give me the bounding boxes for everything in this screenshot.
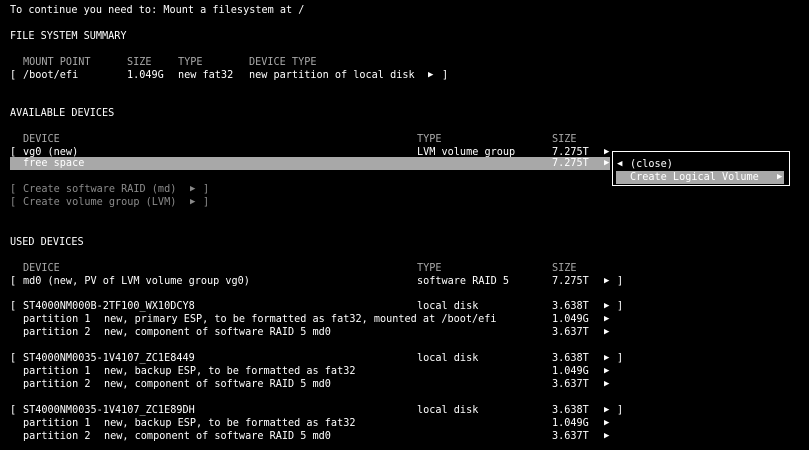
col-type: TYPE <box>417 263 442 274</box>
bracket-close: ] <box>617 353 624 364</box>
free-space-device: free space <box>23 158 85 169</box>
arrow-right-icon: ▶ <box>604 276 610 286</box>
bracket-close: ] <box>617 405 624 416</box>
menu-item-create-logical-volume[interactable]: Create Logical Volume <box>630 171 759 184</box>
free-space-row[interactable] <box>10 157 610 170</box>
arrow-right-icon: ▶ <box>604 379 610 389</box>
create-vg-label: Create volume group (LVM) <box>23 197 177 208</box>
free-space-size: 7.275T <box>552 158 589 169</box>
partition-size: 1.049G <box>552 366 589 377</box>
partition-size: 3.637T <box>552 379 589 390</box>
col-device: DEVICE <box>23 263 60 274</box>
col-size: SIZE <box>552 263 577 274</box>
col-type: TYPE <box>417 134 442 145</box>
mount-size: 1.049G <box>127 70 164 81</box>
disk-size: 3.638T <box>552 353 589 364</box>
partition-label: partition 1 <box>23 366 91 377</box>
partition-desc: new, backup ESP, to be formatted as fat3… <box>104 418 356 429</box>
bracket-open: [ <box>10 353 17 364</box>
bracket-close: ] <box>203 184 210 195</box>
partition-desc: new, component of software RAID 5 md0 <box>104 379 331 390</box>
arrow-right-icon: ▶ <box>777 172 783 182</box>
arrow-right-icon: ▶ <box>604 418 610 428</box>
mount-point: /boot/efi <box>23 70 79 81</box>
disk-name: ST4000NM0035-1V4107_ZC1E8449 <box>23 353 195 364</box>
arrow-right-icon: ▶ <box>604 431 610 441</box>
col-device-type: DEVICE TYPE <box>249 57 317 68</box>
arrow-right-icon: ▶ <box>604 158 610 168</box>
disk-type: local disk <box>417 353 479 364</box>
bracket-open: [ <box>10 184 17 195</box>
arrow-right-icon: ▶ <box>428 70 434 80</box>
mount-device-type: new partition of local disk <box>249 70 415 81</box>
md0-size: 7.275T <box>552 276 589 287</box>
bracket-open: [ <box>10 301 17 312</box>
arrow-right-icon: ▶ <box>604 327 610 337</box>
arrow-right-icon: ▶ <box>604 301 610 311</box>
bracket-open: [ <box>10 276 17 287</box>
available-devices-heading: AVAILABLE DEVICES <box>10 108 115 119</box>
partition-desc: new, component of software RAID 5 md0 <box>104 327 331 338</box>
disk-type: local disk <box>417 301 479 312</box>
disk-name: ST4000NM0035-1V4107_ZC1E89DH <box>23 405 195 416</box>
prompt-text: To continue you need to: Mount a filesys… <box>10 5 305 16</box>
arrow-right-icon: ▶ <box>604 353 610 363</box>
bracket-open: [ <box>10 405 17 416</box>
md0-type: software RAID 5 <box>417 276 510 287</box>
bracket-close: ] <box>442 70 449 81</box>
bracket-open: [ <box>10 197 17 208</box>
arrow-right-icon: ▶ <box>604 366 610 376</box>
col-type: TYPE <box>178 57 203 68</box>
partition-size: 1.049G <box>552 418 589 429</box>
partition-desc: new, backup ESP, to be formatted as fat3… <box>104 366 356 377</box>
bracket-close: ] <box>617 276 624 287</box>
partition-label: partition 2 <box>23 327 91 338</box>
disk-size: 3.638T <box>552 405 589 416</box>
arrow-right-icon: ▶ <box>604 314 610 324</box>
menu-item-close[interactable]: (close) <box>630 158 673 171</box>
bracket-close: ] <box>203 197 210 208</box>
create-raid-label: Create software RAID (md) <box>23 184 177 195</box>
disk-type: local disk <box>417 405 479 416</box>
partition-size: 1.049G <box>552 314 589 325</box>
col-size: SIZE <box>127 57 152 68</box>
partition-label: partition 2 <box>23 379 91 390</box>
arrow-right-icon: ▶ <box>604 405 610 415</box>
bracket-close: ] <box>617 301 624 312</box>
col-device: DEVICE <box>23 134 60 145</box>
bracket-open: [ <box>10 70 17 81</box>
arrow-right-icon: ▶ <box>190 184 196 194</box>
arrow-left-icon: ◀ <box>617 159 623 169</box>
mount-type: new fat32 <box>178 70 234 81</box>
disk-name: ST4000NM000B-2TF100_WX10DCY8 <box>23 301 195 312</box>
fs-summary-heading: FILE SYSTEM SUMMARY <box>10 31 127 42</box>
partition-size: 3.637T <box>552 327 589 338</box>
used-devices-heading: USED DEVICES <box>10 237 84 248</box>
partition-label: partition 1 <box>23 314 91 325</box>
partition-desc: new, primary ESP, to be formatted as fat… <box>104 314 497 325</box>
arrow-right-icon: ▶ <box>190 197 196 207</box>
partition-desc: new, component of software RAID 5 md0 <box>104 431 331 442</box>
md0-device: md0 (new, PV of LVM volume group vg0) <box>23 276 250 287</box>
partition-size: 3.637T <box>552 431 589 442</box>
col-mount-point: MOUNT POINT <box>23 57 91 68</box>
partition-label: partition 2 <box>23 431 91 442</box>
col-size: SIZE <box>552 134 577 145</box>
partition-label: partition 1 <box>23 418 91 429</box>
disk-size: 3.638T <box>552 301 589 312</box>
